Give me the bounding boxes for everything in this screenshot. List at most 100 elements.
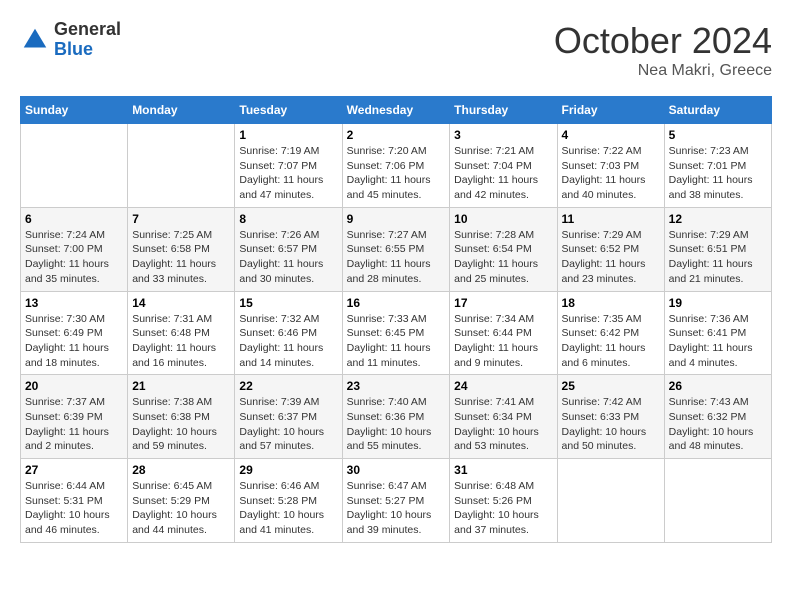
logo-icon: [20, 25, 50, 55]
weekday-header-saturday: Saturday: [664, 97, 771, 124]
day-info: Sunrise: 7:37 AMSunset: 6:39 PMDaylight:…: [25, 396, 109, 452]
calendar-cell: 1 Sunrise: 7:19 AMSunset: 7:07 PMDayligh…: [235, 124, 342, 208]
calendar-cell: 29 Sunrise: 6:46 AMSunset: 5:28 PMDaylig…: [235, 459, 342, 543]
day-info: Sunrise: 6:46 AMSunset: 5:28 PMDaylight:…: [239, 480, 324, 536]
day-number: 18: [562, 296, 660, 310]
calendar-cell: 19 Sunrise: 7:36 AMSunset: 6:41 PMDaylig…: [664, 291, 771, 375]
calendar-cell: 3 Sunrise: 7:21 AMSunset: 7:04 PMDayligh…: [450, 124, 557, 208]
day-info: Sunrise: 7:25 AMSunset: 6:58 PMDaylight:…: [132, 229, 216, 285]
day-info: Sunrise: 7:21 AMSunset: 7:04 PMDaylight:…: [454, 145, 538, 201]
calendar-table: SundayMondayTuesdayWednesdayThursdayFrid…: [20, 96, 772, 543]
day-info: Sunrise: 7:29 AMSunset: 6:51 PMDaylight:…: [669, 229, 753, 285]
day-number: 24: [454, 379, 552, 393]
calendar-cell: 12 Sunrise: 7:29 AMSunset: 6:51 PMDaylig…: [664, 207, 771, 291]
calendar-cell: 5 Sunrise: 7:23 AMSunset: 7:01 PMDayligh…: [664, 124, 771, 208]
calendar-cell: 6 Sunrise: 7:24 AMSunset: 7:00 PMDayligh…: [21, 207, 128, 291]
calendar-cell: 25 Sunrise: 7:42 AMSunset: 6:33 PMDaylig…: [557, 375, 664, 459]
day-number: 25: [562, 379, 660, 393]
day-info: Sunrise: 7:29 AMSunset: 6:52 PMDaylight:…: [562, 229, 646, 285]
calendar-cell: 30 Sunrise: 6:47 AMSunset: 5:27 PMDaylig…: [342, 459, 450, 543]
day-number: 13: [25, 296, 123, 310]
calendar-cell: 20 Sunrise: 7:37 AMSunset: 6:39 PMDaylig…: [21, 375, 128, 459]
day-number: 3: [454, 128, 552, 142]
day-info: Sunrise: 6:48 AMSunset: 5:26 PMDaylight:…: [454, 480, 539, 536]
day-info: Sunrise: 7:32 AMSunset: 6:46 PMDaylight:…: [239, 313, 323, 369]
logo-general-text: General: [54, 20, 121, 40]
calendar-cell: 8 Sunrise: 7:26 AMSunset: 6:57 PMDayligh…: [235, 207, 342, 291]
day-number: 9: [347, 212, 446, 226]
day-info: Sunrise: 7:38 AMSunset: 6:38 PMDaylight:…: [132, 396, 217, 452]
calendar-cell: 10 Sunrise: 7:28 AMSunset: 6:54 PMDaylig…: [450, 207, 557, 291]
calendar-cell: [664, 459, 771, 543]
month-title: October 2024: [554, 20, 772, 62]
calendar-cell: 13 Sunrise: 7:30 AMSunset: 6:49 PMDaylig…: [21, 291, 128, 375]
calendar-cell: 16 Sunrise: 7:33 AMSunset: 6:45 PMDaylig…: [342, 291, 450, 375]
day-info: Sunrise: 7:34 AMSunset: 6:44 PMDaylight:…: [454, 313, 538, 369]
calendar-cell: 23 Sunrise: 7:40 AMSunset: 6:36 PMDaylig…: [342, 375, 450, 459]
calendar-cell: 17 Sunrise: 7:34 AMSunset: 6:44 PMDaylig…: [450, 291, 557, 375]
day-info: Sunrise: 6:47 AMSunset: 5:27 PMDaylight:…: [347, 480, 432, 536]
weekday-header-friday: Friday: [557, 97, 664, 124]
day-number: 28: [132, 463, 230, 477]
day-number: 17: [454, 296, 552, 310]
day-info: Sunrise: 7:19 AMSunset: 7:07 PMDaylight:…: [239, 145, 323, 201]
weekday-header-thursday: Thursday: [450, 97, 557, 124]
day-number: 1: [239, 128, 337, 142]
calendar-week-5: 27 Sunrise: 6:44 AMSunset: 5:31 PMDaylig…: [21, 459, 772, 543]
day-info: Sunrise: 6:45 AMSunset: 5:29 PMDaylight:…: [132, 480, 217, 536]
day-number: 12: [669, 212, 767, 226]
day-info: Sunrise: 7:41 AMSunset: 6:34 PMDaylight:…: [454, 396, 539, 452]
calendar-cell: 31 Sunrise: 6:48 AMSunset: 5:26 PMDaylig…: [450, 459, 557, 543]
day-number: 30: [347, 463, 446, 477]
calendar-cell: 7 Sunrise: 7:25 AMSunset: 6:58 PMDayligh…: [128, 207, 235, 291]
calendar-cell: [21, 124, 128, 208]
day-info: Sunrise: 7:33 AMSunset: 6:45 PMDaylight:…: [347, 313, 431, 369]
weekday-header-sunday: Sunday: [21, 97, 128, 124]
day-number: 14: [132, 296, 230, 310]
calendar-week-3: 13 Sunrise: 7:30 AMSunset: 6:49 PMDaylig…: [21, 291, 772, 375]
day-number: 26: [669, 379, 767, 393]
day-info: Sunrise: 7:43 AMSunset: 6:32 PMDaylight:…: [669, 396, 754, 452]
weekday-header-row: SundayMondayTuesdayWednesdayThursdayFrid…: [21, 97, 772, 124]
logo: General Blue: [20, 20, 121, 60]
day-number: 10: [454, 212, 552, 226]
calendar-cell: 28 Sunrise: 6:45 AMSunset: 5:29 PMDaylig…: [128, 459, 235, 543]
day-number: 22: [239, 379, 337, 393]
calendar-cell: 18 Sunrise: 7:35 AMSunset: 6:42 PMDaylig…: [557, 291, 664, 375]
day-number: 29: [239, 463, 337, 477]
calendar-cell: [557, 459, 664, 543]
day-info: Sunrise: 7:35 AMSunset: 6:42 PMDaylight:…: [562, 313, 646, 369]
day-number: 20: [25, 379, 123, 393]
calendar-cell: 11 Sunrise: 7:29 AMSunset: 6:52 PMDaylig…: [557, 207, 664, 291]
logo-blue-text: Blue: [54, 40, 121, 60]
calendar-week-1: 1 Sunrise: 7:19 AMSunset: 7:07 PMDayligh…: [21, 124, 772, 208]
day-info: Sunrise: 7:31 AMSunset: 6:48 PMDaylight:…: [132, 313, 216, 369]
day-number: 6: [25, 212, 123, 226]
calendar-cell: 21 Sunrise: 7:38 AMSunset: 6:38 PMDaylig…: [128, 375, 235, 459]
calendar-cell: 26 Sunrise: 7:43 AMSunset: 6:32 PMDaylig…: [664, 375, 771, 459]
day-number: 27: [25, 463, 123, 477]
weekday-header-monday: Monday: [128, 97, 235, 124]
day-info: Sunrise: 7:39 AMSunset: 6:37 PMDaylight:…: [239, 396, 324, 452]
title-block: October 2024 Nea Makri, Greece: [554, 20, 772, 80]
day-number: 21: [132, 379, 230, 393]
calendar-cell: 27 Sunrise: 6:44 AMSunset: 5:31 PMDaylig…: [21, 459, 128, 543]
day-number: 15: [239, 296, 337, 310]
day-info: Sunrise: 7:27 AMSunset: 6:55 PMDaylight:…: [347, 229, 431, 285]
day-info: Sunrise: 6:44 AMSunset: 5:31 PMDaylight:…: [25, 480, 110, 536]
day-number: 16: [347, 296, 446, 310]
day-info: Sunrise: 7:30 AMSunset: 6:49 PMDaylight:…: [25, 313, 109, 369]
calendar-week-4: 20 Sunrise: 7:37 AMSunset: 6:39 PMDaylig…: [21, 375, 772, 459]
calendar-cell: 15 Sunrise: 7:32 AMSunset: 6:46 PMDaylig…: [235, 291, 342, 375]
location: Nea Makri, Greece: [554, 62, 772, 80]
day-info: Sunrise: 7:40 AMSunset: 6:36 PMDaylight:…: [347, 396, 432, 452]
page-header: General Blue October 2024 Nea Makri, Gre…: [20, 20, 772, 80]
day-number: 23: [347, 379, 446, 393]
calendar-cell: [128, 124, 235, 208]
calendar-cell: 9 Sunrise: 7:27 AMSunset: 6:55 PMDayligh…: [342, 207, 450, 291]
calendar-week-2: 6 Sunrise: 7:24 AMSunset: 7:00 PMDayligh…: [21, 207, 772, 291]
calendar-cell: 2 Sunrise: 7:20 AMSunset: 7:06 PMDayligh…: [342, 124, 450, 208]
calendar-cell: 14 Sunrise: 7:31 AMSunset: 6:48 PMDaylig…: [128, 291, 235, 375]
day-number: 2: [347, 128, 446, 142]
day-info: Sunrise: 7:24 AMSunset: 7:00 PMDaylight:…: [25, 229, 109, 285]
